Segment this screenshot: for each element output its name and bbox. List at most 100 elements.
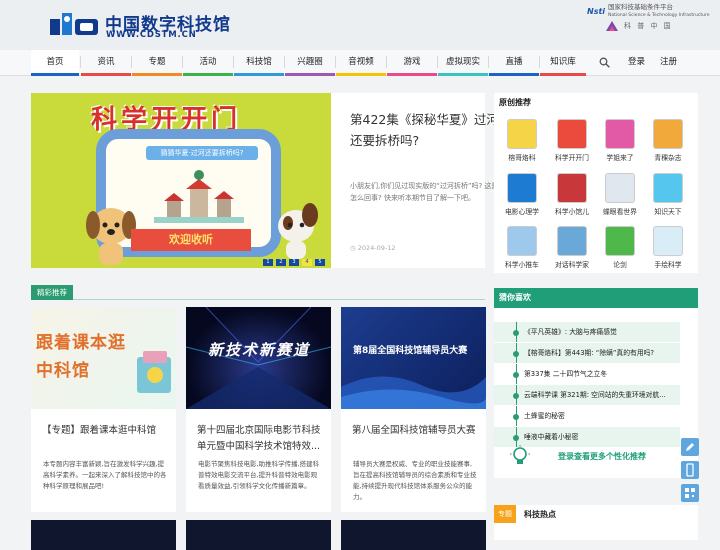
edit-icon bbox=[686, 443, 694, 451]
edit-float-button[interactable] bbox=[681, 438, 699, 456]
kepu-partner-logo[interactable]: 科 普 中 国 bbox=[605, 20, 673, 32]
nav-color-bar bbox=[336, 73, 386, 76]
app-icon bbox=[557, 119, 587, 149]
app-label: 科学小馆儿 bbox=[555, 208, 589, 216]
original-recommend-heading: 原创推荐 bbox=[499, 98, 531, 107]
app-label: 手绘科学 bbox=[654, 261, 682, 269]
featured-image[interactable]: 科学开开门 猜猜华夏·过河还要拆桥吗? 欢迎收听 1 2 3 4 5 bbox=[31, 93, 331, 268]
nav-knowledge[interactable]: 知识库 bbox=[540, 50, 586, 76]
nav-label: 音视频 bbox=[348, 57, 374, 67]
app-tile[interactable]: 知识天下 bbox=[646, 173, 690, 216]
register-link[interactable]: 注册 bbox=[660, 50, 677, 74]
app-icon bbox=[605, 119, 635, 149]
login-for-more-link[interactable]: 登录查看更多个性化推荐 bbox=[558, 451, 646, 462]
article-card-title[interactable]: 【专题】跟着课本逛中科馆 bbox=[42, 423, 170, 439]
nav-events[interactable]: 活动 bbox=[183, 50, 233, 76]
main-nav: 首页 资讯 专题 活动 科技馆 兴趣圈 音视频 游戏 虚拟现实 直播 知识库 登… bbox=[0, 50, 720, 76]
featured-title[interactable]: 第422集《探秘华夏》过河还要拆桥吗? bbox=[350, 109, 505, 151]
nav-home[interactable]: 首页 bbox=[31, 50, 79, 76]
app-tile[interactable]: 科学小推车 bbox=[500, 226, 544, 269]
app-label: 蝶眼看世界 bbox=[603, 208, 637, 216]
search-icon[interactable] bbox=[599, 57, 610, 68]
timeline-dot bbox=[513, 351, 519, 357]
timeline-dot bbox=[513, 414, 519, 420]
nav-label: 活动 bbox=[199, 57, 217, 67]
timeline-dot bbox=[513, 372, 519, 378]
app-tile[interactable]: 对话科学家 bbox=[550, 226, 594, 269]
nav-video[interactable]: 音视频 bbox=[336, 50, 386, 76]
timeline-dot bbox=[513, 435, 519, 441]
recommendation-item[interactable]: 《平凡英雄》: 大脑与疼痛感觉 bbox=[494, 322, 680, 342]
app-tile[interactable]: 青稞杂志 bbox=[646, 119, 690, 162]
featured-description: 小朋友们,你们见过现实版的“过河拆桥”吗? 这是怎么回事? 快来听本期节目了解一… bbox=[350, 182, 499, 202]
timeline-dot bbox=[513, 330, 519, 336]
nav-vr[interactable]: 虚拟现实 bbox=[438, 50, 488, 76]
nav-color-bar bbox=[438, 73, 488, 76]
article-card[interactable]: 跟着课本逛中科馆 【专题】跟着课本逛中科馆 本专题内容丰富新颖,旨在激发科学兴趣… bbox=[31, 307, 176, 512]
carousel-dot[interactable]: 3 bbox=[289, 259, 299, 266]
nav-news[interactable]: 资讯 bbox=[81, 50, 131, 76]
carousel-dot[interactable]: 1 bbox=[263, 259, 273, 266]
nav-color-bar bbox=[183, 73, 233, 76]
featured-image-banner: 欢迎收听 bbox=[131, 229, 251, 251]
nsti-badge: Nsti bbox=[587, 6, 606, 16]
nav-color-bar bbox=[81, 73, 131, 76]
tech-hotspot-heading: 科技热点 bbox=[524, 510, 556, 519]
nav-interest[interactable]: 兴趣圈 bbox=[285, 50, 335, 76]
app-tile[interactable]: 科学开开门 bbox=[550, 119, 594, 162]
app-tile[interactable]: 蝶眼看世界 bbox=[598, 173, 642, 216]
nav-label: 专题 bbox=[148, 57, 166, 67]
nsti-partner-logo[interactable]: Nsti 国家科技基础条件平台 National Science & Techn… bbox=[587, 3, 710, 18]
mobile-float-button[interactable] bbox=[681, 461, 699, 479]
recommendation-item[interactable]: 第337集 二十四节气之立冬 bbox=[494, 364, 680, 384]
mobile-icon bbox=[686, 463, 694, 477]
app-tile[interactable]: 学姐来了 bbox=[598, 119, 642, 162]
featured-article[interactable]: 科学开开门 猜猜华夏·过河还要拆桥吗? 欢迎收听 1 2 3 4 5 第422集… bbox=[31, 93, 499, 268]
app-tile[interactable]: 榕哥烙科 bbox=[500, 119, 544, 162]
nav-color-bar bbox=[132, 73, 182, 76]
recommendation-text: 云端科学课 第321期: 空间站的失重环境对航... bbox=[524, 391, 666, 399]
kepu-text: 科 普 中 国 bbox=[624, 22, 673, 30]
article-card-image[interactable]: 第8届全国科技馆辅导员大赛 bbox=[341, 307, 486, 409]
recommendation-item[interactable]: 云端科学课 第321期: 空间站的失重环境对航... bbox=[494, 385, 680, 405]
nav-color-bar bbox=[285, 73, 335, 76]
app-icon bbox=[507, 119, 537, 149]
nav-label: 兴趣圈 bbox=[297, 57, 323, 67]
nav-topics[interactable]: 专题 bbox=[132, 50, 182, 76]
app-icon bbox=[507, 226, 537, 256]
card-image-text: 跟着课本逛中科馆 bbox=[36, 333, 126, 381]
guess-you-like-heading: 猜你喜欢 bbox=[494, 288, 698, 308]
article-card-title[interactable]: 第十四届北京国际电影节科技单元暨中国科学技术馆特效... bbox=[197, 423, 325, 455]
article-card-image-next[interactable] bbox=[31, 520, 176, 550]
app-tile[interactable]: 电影心理学 bbox=[500, 173, 544, 216]
article-card-image[interactable]: 跟着课本逛中科馆 bbox=[31, 307, 176, 409]
app-tile[interactable]: 科学小馆儿 bbox=[550, 173, 594, 216]
app-tile[interactable]: 论剑 bbox=[598, 226, 642, 269]
nav-color-bar bbox=[540, 73, 586, 76]
nav-live[interactable]: 直播 bbox=[489, 50, 539, 76]
cdstm-logo-icon[interactable] bbox=[50, 11, 100, 35]
recommendation-text: 《平凡英雄》: 大脑与疼痛感觉 bbox=[524, 328, 617, 336]
app-label: 青稞杂志 bbox=[654, 154, 682, 162]
article-card[interactable]: 新技术新赛道 第十四届北京国际电影节科技单元暨中国科学技术馆特效... 电影节聚… bbox=[186, 307, 331, 512]
carousel-dot[interactable]: 2 bbox=[276, 259, 286, 266]
nav-museum[interactable]: 科技馆 bbox=[234, 50, 284, 76]
carousel-dot[interactable]: 5 bbox=[315, 259, 325, 266]
nsti-text-en: National Science & Technology Infrastruc… bbox=[608, 12, 710, 18]
app-icon bbox=[557, 226, 587, 256]
article-card-title[interactable]: 第八届全国科技馆辅导员大赛 bbox=[352, 423, 480, 439]
qrcode-float-button[interactable] bbox=[681, 484, 699, 502]
carousel-dot-active[interactable]: 4 bbox=[302, 259, 312, 266]
nav-color-bar bbox=[387, 73, 437, 76]
app-label: 科学小推车 bbox=[505, 261, 539, 269]
app-tile[interactable]: 手绘科学 bbox=[646, 226, 690, 269]
article-card[interactable]: 第8届全国科技馆辅导员大赛 第八届全国科技馆辅导员大赛 辅导员大赛是权威、专业的… bbox=[341, 307, 486, 512]
recommendation-item[interactable]: 【榕哥烙科】第443期: “除螨”真的有用吗? bbox=[494, 343, 680, 363]
article-card-image[interactable]: 新技术新赛道 bbox=[186, 307, 331, 409]
article-card-image-next[interactable] bbox=[186, 520, 331, 550]
login-link[interactable]: 登录 bbox=[628, 50, 645, 74]
article-card-image-next[interactable] bbox=[341, 520, 486, 550]
featured-date: ◷ 2024-09-12 bbox=[350, 244, 396, 252]
nav-games[interactable]: 游戏 bbox=[387, 50, 437, 76]
recommendation-item[interactable]: 土蜂蜜的秘密 bbox=[494, 406, 680, 426]
